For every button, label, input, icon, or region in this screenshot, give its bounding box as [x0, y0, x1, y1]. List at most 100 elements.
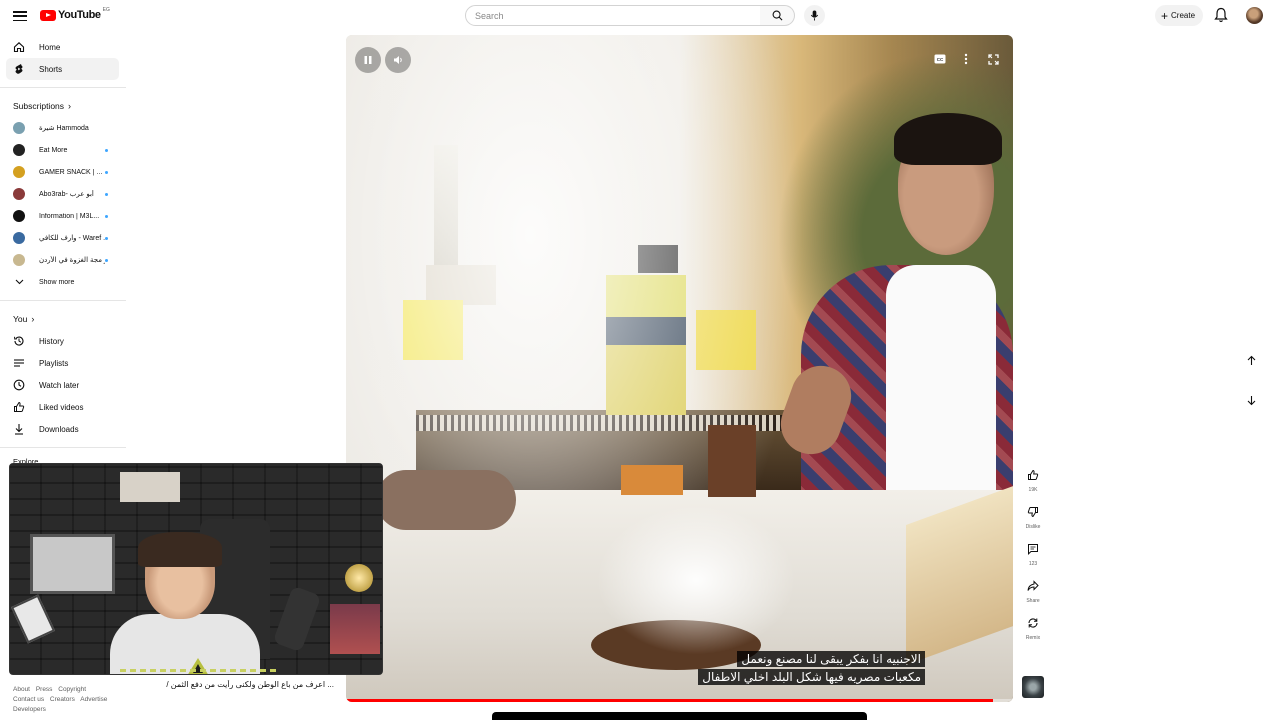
subscription-item[interactable]: Information | M3L... — [0, 205, 126, 227]
footer-link[interactable]: Developers — [13, 706, 46, 713]
channel-name: وارف للكافي - Waref ... — [39, 235, 105, 242]
youtube-logo[interactable]: YouTube EG — [40, 7, 110, 21]
webcam-scenery — [345, 564, 373, 592]
comment-action: 123 — [1022, 538, 1044, 567]
channel-name: شيرة Hammoda — [39, 125, 89, 132]
voice-search-button[interactable] — [804, 5, 825, 26]
subscription-item[interactable]: بر مجة الغزوة في الأردن — [0, 249, 126, 271]
account-avatar[interactable] — [1246, 7, 1263, 24]
subscription-item[interactable]: شيرة Hammoda — [0, 117, 126, 139]
fullscreen-icon — [987, 53, 999, 65]
sidebar-item-label: Home — [39, 42, 61, 52]
you-header[interactable]: You › — [0, 308, 126, 330]
share-button[interactable] — [1022, 575, 1044, 597]
download-icon — [13, 423, 25, 435]
share-label: Share — [1026, 598, 1040, 604]
video-subtitles: الاجنبيه انا بفكر يبقى لنا مصنع ونعمل مك… — [698, 650, 925, 686]
volume-icon — [393, 56, 402, 64]
more-options-button[interactable] — [956, 49, 976, 69]
show-more-label: Show more — [39, 278, 75, 286]
channel-name: Eat More — [39, 146, 68, 154]
comment-button[interactable] — [1022, 538, 1044, 560]
dislike-button[interactable] — [1022, 501, 1044, 523]
youtube-play-icon — [40, 9, 56, 21]
history-icon — [13, 335, 25, 347]
new-content-dot — [105, 258, 108, 262]
shorts-actions: 19K Dislike 123 Share Remix — [1022, 464, 1044, 649]
sidebar-item-playlists[interactable]: Playlists — [0, 352, 126, 374]
arrow-up-icon — [1247, 355, 1255, 365]
webcam-scenery — [120, 472, 180, 502]
channel-avatar — [13, 144, 25, 156]
subscription-item[interactable]: Eat More — [0, 139, 126, 161]
video-scenery — [376, 470, 516, 530]
next-video-peek — [492, 712, 867, 720]
show-more-button[interactable]: Show more — [0, 271, 126, 293]
short-title: ... اعرف من باع الوطن ولكنى رأيت من دفع … — [166, 680, 334, 689]
new-content-dot — [105, 148, 108, 152]
sidebar-item-label: Shorts — [39, 64, 63, 74]
logo-text: YouTube — [58, 9, 101, 21]
progress-fill — [346, 699, 993, 702]
sidebar: Home Shorts Subscriptions › شيرة Hammoda… — [0, 36, 126, 455]
fullscreen-button[interactable] — [983, 49, 1003, 69]
streamer-logo-icon — [188, 658, 208, 674]
channel-avatar — [13, 210, 25, 222]
footer-link[interactable]: Advertise — [80, 696, 107, 703]
footer-link[interactable]: About — [13, 686, 30, 693]
next-short-button[interactable] — [1240, 389, 1262, 411]
menu-icon[interactable] — [12, 8, 28, 24]
new-content-dot — [105, 170, 108, 174]
sound-channel-thumbnail[interactable] — [1022, 676, 1044, 698]
thumbs-down-icon — [1027, 507, 1038, 518]
sidebar-item-label: Watch later — [39, 380, 80, 390]
watch-later-icon — [13, 379, 25, 391]
sidebar-item-downloads[interactable]: Downloads — [0, 418, 126, 440]
sidebar-item-label: History — [39, 336, 64, 346]
video-progress-bar[interactable] — [346, 699, 1013, 702]
notifications-button[interactable] — [1214, 7, 1228, 28]
channel-avatar — [13, 122, 25, 134]
subscription-item[interactable]: Abo3rab- أبو عرب — [0, 183, 126, 205]
webcam-decor — [120, 669, 280, 672]
channel-name: Abo3rab- أبو عرب — [39, 191, 94, 198]
volume-button[interactable] — [385, 47, 411, 73]
sidebar-item-watch-later[interactable]: Watch later — [0, 374, 126, 396]
subscription-item[interactable]: GAMER SNACK | ... — [0, 161, 126, 183]
search-button[interactable] — [760, 5, 795, 26]
footer-link[interactable]: Creators — [50, 696, 75, 703]
plus-icon: + — [1161, 8, 1169, 23]
channel-avatar — [13, 254, 25, 266]
footer-link[interactable]: Press — [36, 686, 53, 693]
remix-label: Remix — [1025, 635, 1041, 641]
webcam-overlay — [9, 463, 383, 675]
create-label: Create — [1171, 11, 1196, 20]
video-scenery — [886, 265, 996, 515]
arrow-down-icon — [1247, 395, 1255, 405]
previous-short-button[interactable] — [1240, 349, 1262, 371]
subscriptions-header[interactable]: Subscriptions › — [0, 95, 126, 117]
footer-link[interactable]: Contact us — [13, 696, 44, 703]
like-icon — [13, 401, 25, 413]
channel-avatar — [13, 188, 25, 200]
subscription-item[interactable]: وارف للكافي - Waref ... — [0, 227, 126, 249]
new-content-dot — [105, 192, 108, 196]
more-vertical-icon — [964, 53, 968, 65]
create-button[interactable]: + Create — [1155, 5, 1204, 26]
shorts-navigation — [1240, 349, 1262, 429]
search-input[interactable]: Search — [465, 5, 761, 26]
sidebar-item-history[interactable]: History — [0, 330, 126, 352]
sidebar-item-shorts[interactable]: Shorts — [6, 58, 119, 80]
chevron-right-icon: › — [31, 314, 35, 324]
footer-link[interactable]: Copyright — [58, 686, 86, 693]
dislike-action: Dislike — [1022, 501, 1044, 530]
captions-button[interactable]: CC — [930, 49, 950, 69]
like-button[interactable] — [1022, 464, 1044, 486]
sidebar-item-home[interactable]: Home — [0, 36, 126, 58]
pause-button[interactable] — [355, 47, 381, 73]
subtitle-line: مكعبات مصريه فيها شكل البلد اخلي الاطفال — [698, 669, 925, 685]
remix-button[interactable] — [1022, 612, 1044, 634]
sidebar-item-liked-videos[interactable]: Liked videos — [0, 396, 126, 418]
shorts-video-player[interactable]: CC الاجنبيه انا بفكر يبقى لنا مصنع ونعمل… — [346, 35, 1013, 702]
footer-links: About Press Copyright Contact us Creator… — [13, 685, 111, 715]
